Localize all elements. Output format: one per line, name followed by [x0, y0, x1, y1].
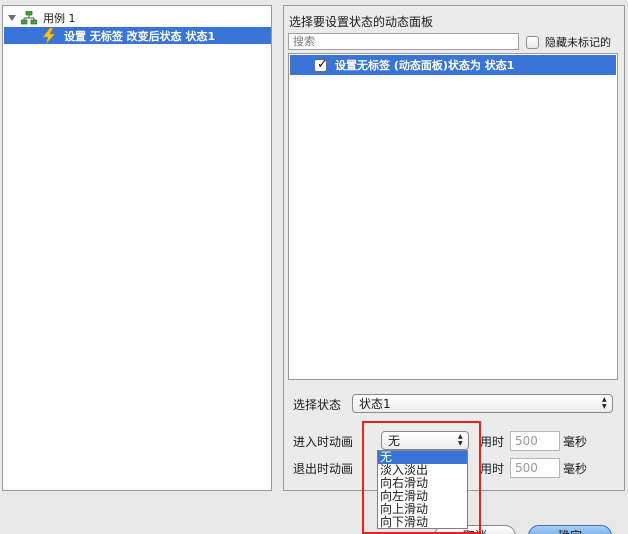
state-select[interactable]: 状态1 ▲ ▼ [352, 394, 613, 413]
select-arrows-icon: ▲ ▼ [602, 396, 607, 410]
hide-unmarked-toggle[interactable]: 隐藏未标记的 [526, 34, 611, 50]
hide-unmarked-checkbox[interactable] [526, 35, 539, 49]
exit-duration-input[interactable] [510, 458, 560, 478]
exit-duration-unit: 毫秒 [563, 462, 588, 476]
enter-animation-label: 进入时动画 [293, 435, 354, 449]
state-select-value: 状态1 [359, 397, 391, 411]
search-input[interactable] [288, 33, 519, 50]
case-tree[interactable]: 用例 1 设置 无标签 改变后状态 状态1 [2, 5, 272, 491]
lightning-bolt-icon [42, 27, 56, 44]
ok-button[interactable]: 确定 [528, 525, 612, 534]
action-settings-panel: 选择要设置状态的动态面板 隐藏未标记的 ✓ 设置无标签 (动态面板)状态为 状态… [283, 5, 625, 491]
enter-duration-input[interactable] [510, 431, 560, 451]
disclosure-triangle-icon[interactable] [7, 13, 17, 23]
tree-action-row[interactable]: 设置 无标签 改变后状态 状态1 [4, 27, 271, 44]
state-select-label: 选择状态 [293, 398, 342, 412]
enter-duration-unit: 毫秒 [563, 435, 588, 449]
highlight-annotation [362, 421, 481, 534]
panel-checkbox[interactable]: ✓ [314, 56, 328, 72]
case-editor-dialog: 用例 1 设置 无标签 改变后状态 状态1 选择要设置状态的动态面板 隐藏未标记… [0, 0, 628, 534]
hide-unmarked-label: 隐藏未标记的 [545, 36, 611, 49]
list-item-label: 设置无标签 (动态面板)状态为 状态1 [335, 59, 515, 72]
panel-heading: 选择要设置状态的动态面板 [289, 15, 434, 29]
exit-animation-label: 退出时动画 [293, 462, 354, 476]
enter-duration-label: 用时 [480, 435, 505, 449]
list-item[interactable]: ✓ 设置无标签 (动态面板)状态为 状态1 [290, 55, 616, 75]
dynamic-panel-list[interactable]: ✓ 设置无标签 (动态面板)状态为 状态1 [288, 53, 618, 380]
checkmark-icon: ✓ [317, 56, 328, 72]
tree-action-label: 设置 无标签 改变后状态 状态1 [64, 29, 216, 43]
tree-case-row[interactable]: 用例 1 [7, 9, 76, 26]
case-node-icon [21, 10, 37, 24]
tree-case-label: 用例 1 [43, 11, 76, 25]
exit-duration-label: 用时 [480, 462, 505, 476]
